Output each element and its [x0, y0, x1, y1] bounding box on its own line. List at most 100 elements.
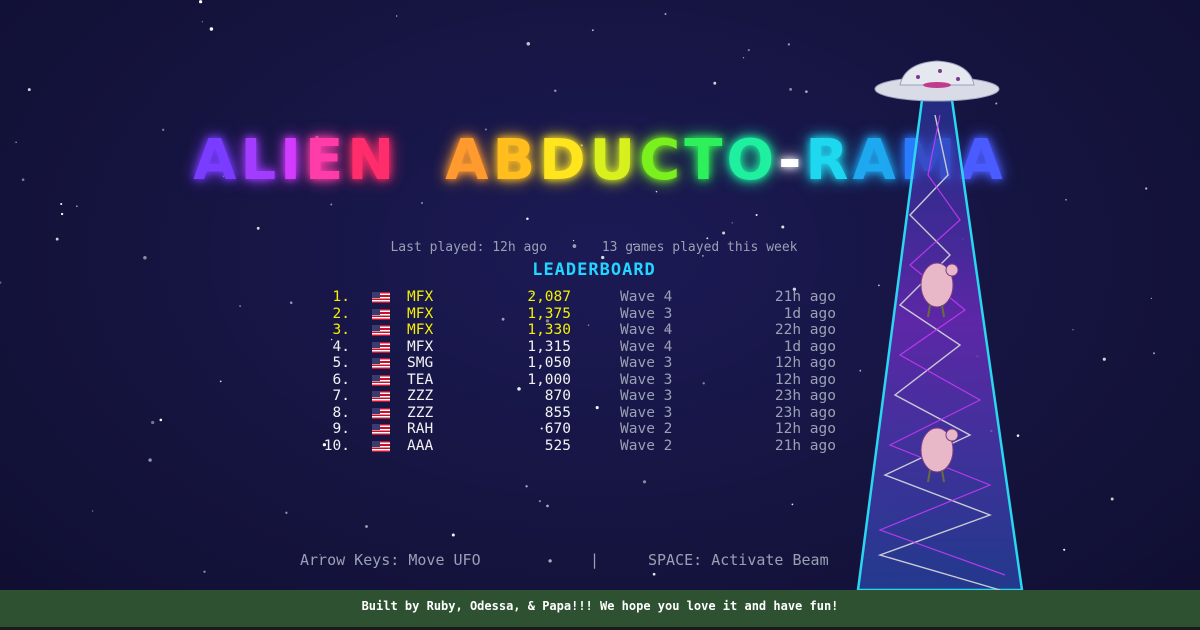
player-name: MFX	[407, 338, 434, 355]
star-icon	[781, 225, 785, 229]
flag-cell	[372, 372, 394, 390]
us-flag-icon	[372, 358, 390, 369]
star-icon	[652, 572, 656, 576]
title-letter: E	[305, 128, 348, 193]
time-ago: 21h ago	[774, 289, 836, 305]
wave-text: Wave 3	[620, 404, 673, 421]
score-value: 870	[544, 388, 571, 404]
star-icon	[27, 88, 31, 92]
title-letter: O	[726, 128, 779, 193]
title-letter: L	[240, 128, 281, 193]
credits-text: Built by Ruby, Odessa, & Papa!!! We hope…	[361, 599, 839, 613]
star-icon	[1072, 329, 1074, 331]
leaderboard-row: 5. SMG 1,050 Wave 3 12h ago	[300, 355, 860, 372]
leaderboard-row: 8. ZZZ 855 Wave 3 23h ago	[300, 405, 860, 422]
player-name: SMG	[407, 355, 434, 371]
wave-text: Wave 3	[620, 305, 673, 322]
us-flag-icon	[372, 325, 390, 336]
flag-cell	[372, 421, 394, 439]
rank-text: 10.	[323, 437, 350, 454]
star-icon	[203, 570, 206, 573]
score-value: 1,315	[527, 338, 571, 355]
title-letter: I	[280, 128, 305, 193]
player-name: ZZZ	[407, 404, 434, 421]
star-icon	[755, 214, 758, 216]
tractor-beam	[856, 98, 1024, 592]
leaderboard-row: 3. MFX 1,330 Wave 4 22h ago	[300, 322, 860, 339]
time-ago: 21h ago	[774, 437, 836, 454]
title-letter: N	[347, 128, 399, 193]
star-icon	[747, 49, 750, 52]
star-icon	[791, 503, 794, 506]
title-letter: A	[445, 128, 493, 193]
title-letter: A	[193, 128, 241, 193]
ufo-beam-scene	[856, 60, 1024, 592]
title-letter: U	[589, 128, 640, 193]
star-icon	[787, 43, 791, 46]
score-value: 855	[544, 404, 571, 421]
star-icon	[91, 510, 94, 512]
star-icon	[219, 380, 222, 383]
flag-cell	[372, 306, 394, 324]
us-flag-icon	[372, 407, 390, 419]
star-icon	[148, 458, 152, 462]
us-flag-icon	[372, 391, 390, 402]
star-icon	[1153, 352, 1155, 355]
star-icon	[742, 56, 745, 59]
star-icon	[1150, 297, 1153, 300]
score-value: 1,050	[527, 355, 571, 371]
wave-text: Wave 3	[620, 388, 673, 404]
time-ago: 1d ago	[783, 338, 836, 355]
star-icon	[421, 202, 423, 204]
time-ago: 1d ago	[783, 305, 836, 322]
score-value: 1,330	[527, 322, 571, 338]
time-ago: 12h ago	[774, 371, 836, 388]
flag-cell	[372, 339, 394, 357]
status-separator: •	[570, 240, 579, 255]
rank-text: 7.	[332, 388, 350, 404]
star-icon	[601, 255, 605, 260]
player-name: ZZZ	[407, 388, 434, 404]
games-played-text: 13 games played this week	[601, 240, 798, 255]
star-icon	[209, 27, 214, 31]
star-icon	[706, 237, 709, 240]
star-icon	[789, 87, 793, 91]
wave-text: Wave 2	[620, 421, 673, 437]
beam-hint: SPACE: Activate Beam	[648, 551, 829, 569]
last-played-text: Last played: 12h ago	[390, 240, 548, 255]
us-flag-icon	[372, 308, 390, 320]
star-icon	[76, 205, 78, 208]
star-icon	[731, 222, 733, 224]
star-icon	[554, 89, 557, 92]
leaderboard-row: 9. RAH 670 Wave 2 12h ago	[300, 421, 860, 438]
rank-text: 6.	[332, 371, 350, 388]
star-icon	[702, 255, 704, 257]
us-flag-icon	[372, 424, 390, 435]
player-name: TEA	[407, 371, 434, 388]
player-name: AAA	[407, 437, 434, 454]
us-flag-icon	[372, 292, 390, 303]
rank-text: 2.	[332, 305, 350, 322]
score-value: 2,087	[527, 289, 571, 305]
leaderboard-table: 1. MFX 2,087 Wave 4 21h ago 2. MFX 1,375 Wave 31…	[300, 289, 860, 454]
star-icon	[1065, 198, 1067, 201]
leaderboard-row: 7. ZZZ 870 Wave 3 23h ago	[300, 388, 860, 405]
controls-divider: |	[590, 551, 600, 569]
ufo-icon	[874, 60, 1000, 102]
star-icon	[330, 203, 333, 206]
leaderboard-row: 10. AAA 525 Wave 2 21h ago	[300, 438, 860, 455]
star-icon	[526, 217, 529, 221]
star-icon	[201, 21, 204, 23]
star-icon	[285, 511, 288, 514]
leaderboard-row: 1. MFX 2,087 Wave 4 21h ago	[300, 289, 860, 306]
title-letter: C	[639, 128, 685, 193]
flag-cell	[372, 289, 394, 307]
star-icon	[1110, 497, 1114, 501]
flag-cell	[372, 322, 394, 340]
star-icon	[159, 418, 163, 422]
star-icon	[1063, 548, 1066, 551]
player-name: MFX	[407, 322, 434, 338]
wave-text: Wave 4	[620, 322, 673, 338]
star-icon	[151, 420, 155, 425]
rank-text: 9.	[332, 421, 350, 437]
